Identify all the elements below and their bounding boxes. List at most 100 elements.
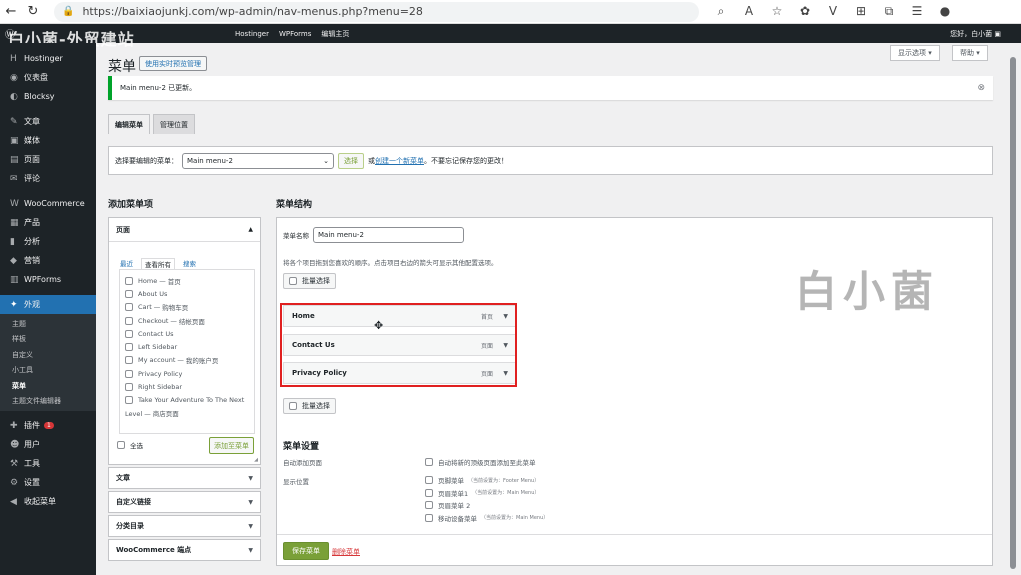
accordion-0[interactable]: 文章 ▼ xyxy=(108,467,261,489)
delete-menu-link[interactable]: 删除菜单 xyxy=(332,547,360,557)
live-preview-button[interactable]: 使用实时预览管理 xyxy=(139,56,207,71)
location-option[interactable]: 页眉菜单1 （当前设置为：Main Menu） xyxy=(425,487,548,500)
page-checkbox[interactable] xyxy=(125,303,133,312)
adminbar-wpforms[interactable]: WPForms xyxy=(279,30,311,38)
tab-manage-locations[interactable]: 管理位置 xyxy=(153,114,195,134)
location-checkbox[interactable] xyxy=(425,488,433,497)
adminbar-hostinger[interactable]: Hostinger xyxy=(235,30,269,38)
page-checkbox[interactable] xyxy=(125,369,133,378)
accordion-1[interactable]: 自定义链接 ▼ xyxy=(108,491,261,513)
sidebar-item-7[interactable]: W WooCommerce xyxy=(0,194,96,213)
favorite-icon[interactable]: ☆ xyxy=(763,4,791,19)
page-option[interactable]: Right Sidebar xyxy=(125,380,254,393)
create-menu-link[interactable]: 创建一个新菜单 xyxy=(375,156,424,166)
sidebar-item-4[interactable]: ▣ 媒体 xyxy=(0,131,96,150)
accordion-3[interactable]: WooCommerce 端点 ▼ xyxy=(108,539,261,561)
address-bar[interactable]: 🔒 https://baixiaojunkj.com/wp-admin/nav-… xyxy=(54,1,699,22)
submenu-item-5[interactable]: 主题文件编辑器 xyxy=(0,394,96,410)
sidebar-item-6[interactable]: ✉ 评论 xyxy=(0,169,96,188)
page-option[interactable]: Cart — 购物车页 xyxy=(125,301,254,314)
page-option[interactable]: My account — 我的账户页 xyxy=(125,354,254,367)
tab-edit-menus[interactable]: 编辑菜单 xyxy=(108,114,150,134)
favorites-bar-icon[interactable]: ☰ xyxy=(903,4,931,19)
add-to-menu-button[interactable]: 添加至菜单 xyxy=(209,437,254,454)
bulk-select-top[interactable]: 批量选择 xyxy=(283,273,336,289)
scrollbar[interactable] xyxy=(1005,43,1021,575)
page-option[interactable]: Left Sidebar xyxy=(125,340,254,353)
page-checkbox[interactable] xyxy=(125,356,133,365)
sidebar-item-3[interactable]: ✎ 文章 xyxy=(0,112,96,131)
sidebar-item-appearance[interactable]: ✦ 外观 xyxy=(0,295,96,314)
accordion-2[interactable]: 分类目录 ▼ xyxy=(108,515,261,537)
sidebar-after-item-1[interactable]: ☻ 用户 xyxy=(0,435,96,454)
sidebar-after-item-3[interactable]: ⚙ 设置 xyxy=(0,473,96,492)
sidebar-item-0[interactable]: H Hostinger xyxy=(0,49,96,68)
page-option[interactable]: Privacy Policy xyxy=(125,367,254,380)
page-checkbox[interactable] xyxy=(125,316,133,325)
page-checkbox[interactable] xyxy=(125,396,133,405)
extension-pinwheel-icon[interactable]: ✿ xyxy=(791,4,819,19)
location-option[interactable]: 页脚菜单 （当前设置为：Footer Menu） xyxy=(425,474,548,487)
sidebar-item-8[interactable]: ▦ 产品 xyxy=(0,213,96,232)
sidebar-after-item-0[interactable]: ✚ 插件 1 xyxy=(0,416,96,435)
location-checkbox[interactable] xyxy=(425,476,433,485)
subtab-search[interactable]: 搜索 xyxy=(183,258,196,269)
auto-add-checkbox[interactable] xyxy=(425,458,433,467)
reload-icon[interactable]: ↻ xyxy=(22,4,44,19)
page-checkbox[interactable] xyxy=(125,329,133,338)
subtab-recent[interactable]: 最近 xyxy=(120,258,133,269)
location-checkbox[interactable] xyxy=(425,501,433,510)
submenu-item-3[interactable]: 小工具 xyxy=(0,363,96,379)
sidebar-after-item-2[interactable]: ⚒ 工具 xyxy=(0,454,96,473)
page-option[interactable]: Home — 首页 xyxy=(125,274,254,287)
scrollbar-thumb[interactable] xyxy=(1010,57,1016,569)
read-aloud-icon[interactable]: A xyxy=(735,4,763,19)
bulk-select-bottom[interactable]: 批量选择 xyxy=(283,398,336,414)
adminbar-edit-home[interactable]: 编辑主页 xyxy=(321,29,349,39)
menu-name-input[interactable]: Main menu-2 xyxy=(313,227,464,243)
save-menu-button[interactable]: 保存菜单 xyxy=(283,542,329,560)
page-checkbox[interactable] xyxy=(125,383,133,392)
page-option[interactable]: Contact Us xyxy=(125,327,254,340)
screen-options-button[interactable]: 显示选项 ▾ xyxy=(890,45,940,61)
sidebar-after-item-4[interactable]: ◀ 收起菜单 xyxy=(0,492,96,511)
dismiss-icon[interactable]: ⊗ xyxy=(977,83,985,93)
location-checkbox[interactable] xyxy=(425,513,433,522)
subtab-view-all[interactable]: 查看所有 xyxy=(141,258,175,269)
select-all[interactable]: 全选 xyxy=(117,440,143,450)
submenu-item-2[interactable]: 自定义 xyxy=(0,347,96,363)
sidebar-item-1[interactable]: ◉ 仪表盘 xyxy=(0,68,96,87)
location-option[interactable]: 页眉菜单 2 xyxy=(425,499,548,512)
sidebar-item-2[interactable]: ◐ Blocksy xyxy=(0,87,96,106)
sidebar-item-10[interactable]: ◆ 营销 xyxy=(0,251,96,270)
page-checkbox[interactable] xyxy=(125,276,133,285)
sidebar-item-11[interactable]: ▥ WPForms xyxy=(0,270,96,289)
help-button[interactable]: 帮助 ▾ xyxy=(952,45,988,61)
submenu-item-4[interactable]: 菜单 xyxy=(0,378,96,394)
sidebar-item-9[interactable]: ▮ 分析 xyxy=(0,232,96,251)
select-all-checkbox[interactable] xyxy=(117,441,125,449)
sidebar-icon-0: H xyxy=(10,53,17,64)
submenu-item-1[interactable]: 样板 xyxy=(0,332,96,348)
extension-translate-icon[interactable]: ⊞ xyxy=(847,4,875,19)
resize-handle-icon[interactable]: ◢ xyxy=(254,457,258,463)
back-icon[interactable]: ← xyxy=(0,4,22,19)
adminbar-greeting[interactable]: 您好，白小菌 ▣ xyxy=(950,29,1001,39)
location-option[interactable]: 移动设备菜单 （当前设置为：Main Menu） xyxy=(425,512,548,525)
page-option[interactable]: Checkout — 结帐页面 xyxy=(125,314,254,327)
profile-icon[interactable]: ● xyxy=(931,4,959,19)
page-checkbox[interactable] xyxy=(125,289,133,298)
submenu-item-0[interactable]: 主题 xyxy=(0,316,96,332)
auto-add-option[interactable]: 自动将新的顶级页面添加至此菜单 xyxy=(425,456,536,469)
zoom-icon[interactable]: ⌕ xyxy=(707,4,735,19)
extension-v-icon[interactable]: V xyxy=(819,4,847,19)
page-option[interactable]: Take Your Adventure To The Next xyxy=(125,394,254,407)
extensions-icon[interactable]: ⧉ xyxy=(875,4,903,19)
select-button[interactable]: 选择 xyxy=(338,152,364,169)
page-option[interactable]: About Us xyxy=(125,287,254,300)
sidebar-item-5[interactable]: ▤ 页面 xyxy=(0,150,96,169)
page-checkbox[interactable] xyxy=(125,343,133,352)
lock-icon[interactable]: 🔒 xyxy=(62,6,74,17)
menu-select[interactable]: Main menu-2 ⌄ xyxy=(182,152,334,169)
pages-panel-header[interactable]: 页面 ▲ xyxy=(109,218,260,242)
